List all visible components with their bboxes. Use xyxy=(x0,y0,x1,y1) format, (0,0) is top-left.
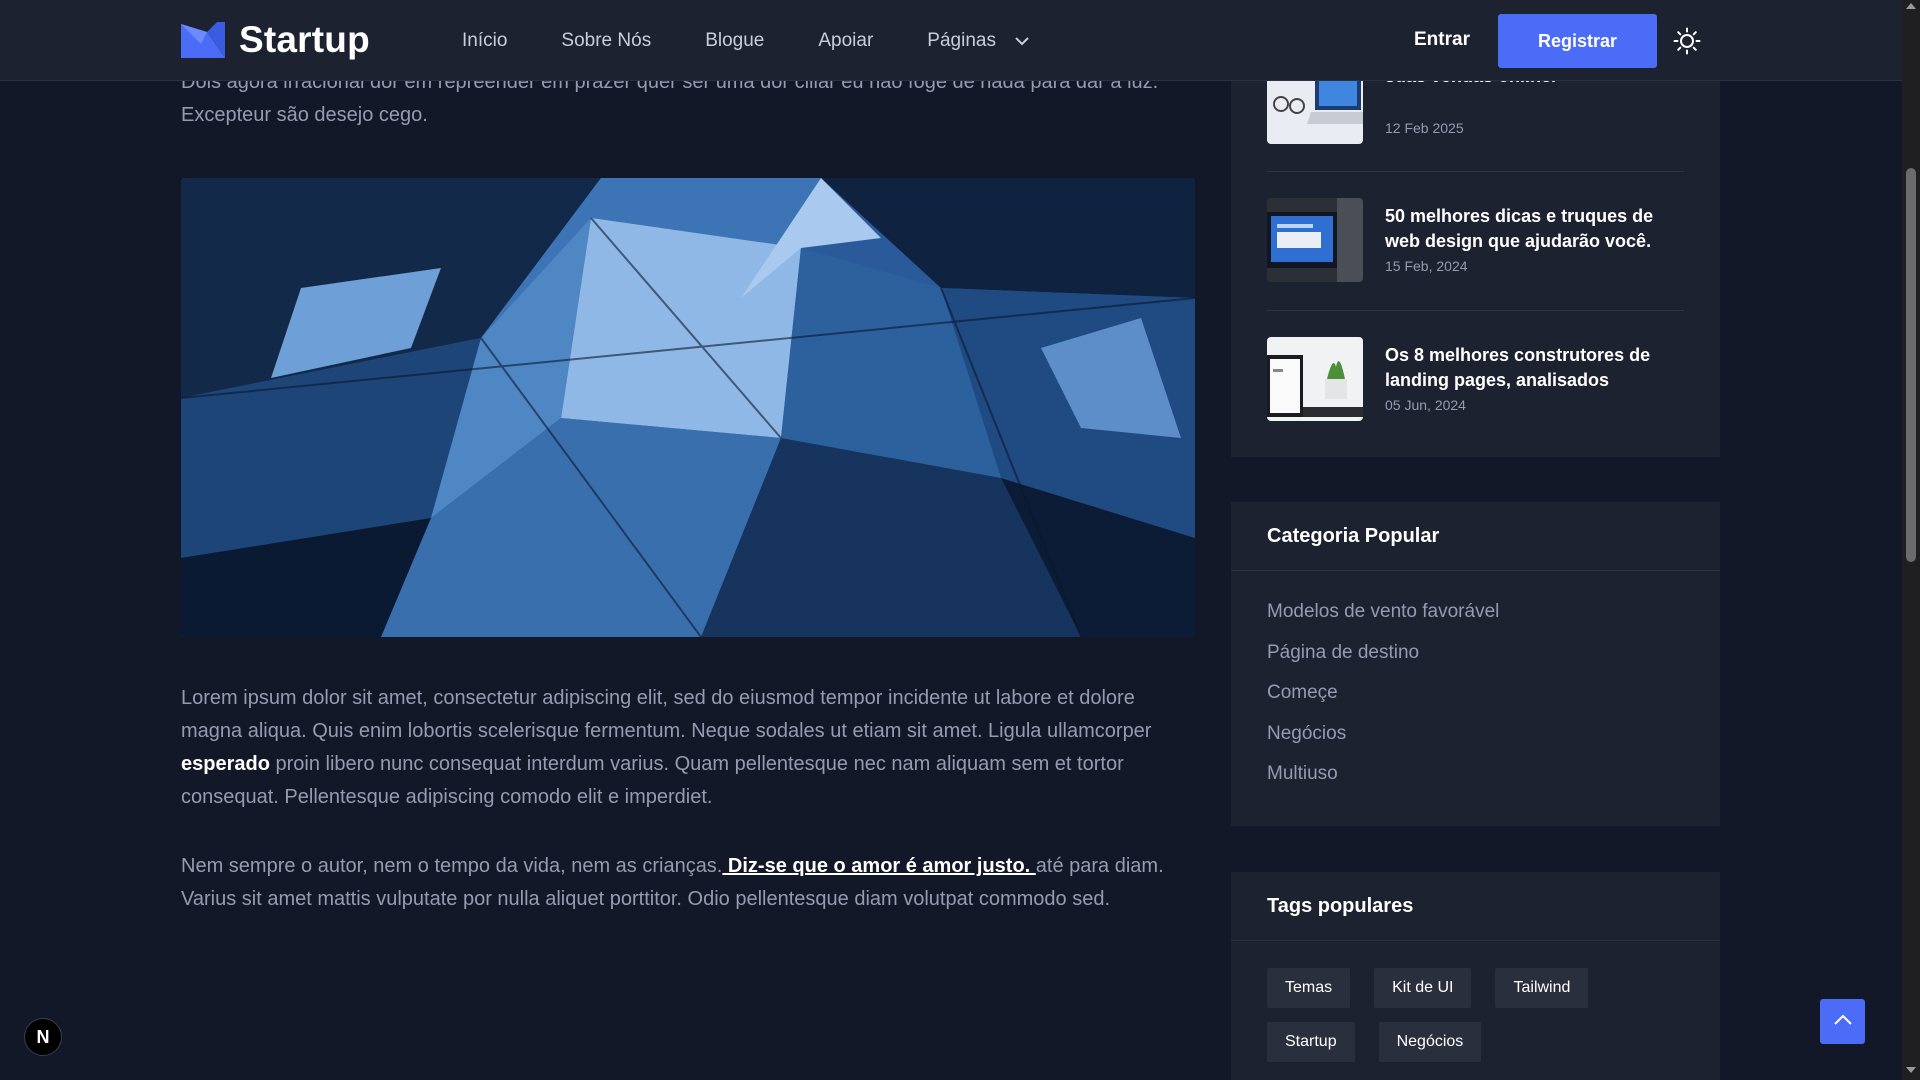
chevron-up-icon xyxy=(1833,1013,1853,1031)
related-post-item[interactable]: 50 melhores dicas e truques de web desig… xyxy=(1267,198,1684,282)
category-link[interactable]: Multiuso xyxy=(1267,760,1499,801)
related-post-title: Os 8 melhores construtores de landing pa… xyxy=(1385,345,1651,390)
divider xyxy=(1267,310,1684,311)
nav-item-support[interactable]: Apoiar xyxy=(818,30,873,52)
scroll-to-top-button[interactable] xyxy=(1820,999,1865,1044)
article-paragraph-1-text-b: proin libero nunc consequat interdum var… xyxy=(181,753,1124,808)
page-scrollbar[interactable] xyxy=(1902,0,1920,1080)
nav-item-pages-label: Páginas xyxy=(927,29,996,51)
chevron-down-icon xyxy=(1014,30,1030,52)
nav-item-pages[interactable]: Páginas xyxy=(927,30,1030,52)
tag-button[interactable]: Tailwind xyxy=(1495,968,1589,1008)
category-link[interactable]: Modelos de vento favorável xyxy=(1267,598,1499,639)
article-bold-word: esperado xyxy=(181,753,270,775)
article-paragraph-2-text-a: Nem sempre o autor, nem o tempo da vida,… xyxy=(181,855,723,877)
article-paragraph-2: Nem sempre o autor, nem o tempo da vida,… xyxy=(181,850,1196,916)
tag-button[interactable]: Startup xyxy=(1267,1022,1355,1062)
main-nav: Início Sobre Nós Blogue Apoiar Páginas xyxy=(462,0,1030,81)
category-link[interactable]: Negócios xyxy=(1267,720,1499,761)
scrollbar-thumb[interactable] xyxy=(1906,168,1916,562)
article-inline-link[interactable]: Diz-se que o amor é amor justo. xyxy=(722,855,1035,877)
article-paragraph-1: Lorem ipsum dolor sit amet, consectetur … xyxy=(181,682,1196,814)
scroll-up-arrow-icon[interactable] xyxy=(1906,3,1916,9)
related-post-item[interactable]: Os 8 melhores construtores de landing pa… xyxy=(1267,337,1684,421)
popular-tags-panel: Tags populares Temas Kit de UI Tailwind … xyxy=(1231,872,1720,1080)
panel-heading: Categoria Popular xyxy=(1231,502,1720,571)
tag-button[interactable]: Kit de UI xyxy=(1374,968,1472,1008)
related-post-date: 12 Feb 2025 xyxy=(1385,120,1464,136)
article-paragraph-1-text-a: Lorem ipsum dolor sit amet, consectetur … xyxy=(181,687,1152,742)
tag-list: Temas Kit de UI Tailwind Startup Negócio… xyxy=(1267,968,1697,1062)
related-posts-panel: suas vendas online. 12 Feb 2025 50 melho… xyxy=(1231,60,1720,457)
popular-categories-panel: Categoria Popular Modelos de vento favor… xyxy=(1231,502,1720,826)
register-button[interactable]: Registrar xyxy=(1498,14,1657,68)
divider xyxy=(1267,171,1684,172)
scroll-down-arrow-icon[interactable] xyxy=(1906,1067,1916,1073)
article-hero-image xyxy=(181,178,1195,637)
brand-logo[interactable]: Startup xyxy=(181,19,370,61)
nav-item-blog[interactable]: Blogue xyxy=(705,30,764,52)
brand-name: Startup xyxy=(239,19,370,60)
related-post-title: 50 melhores dicas e truques de web desig… xyxy=(1385,206,1654,251)
category-list: Modelos de vento favorável Página de des… xyxy=(1267,598,1499,801)
related-post-date: 05 Jun, 2024 xyxy=(1385,397,1466,413)
nav-item-about[interactable]: Sobre Nós xyxy=(561,30,651,52)
related-post-thumbnail xyxy=(1267,337,1363,421)
related-post-thumbnail xyxy=(1267,198,1363,282)
logo-icon xyxy=(181,22,225,58)
nav-item-home[interactable]: Início xyxy=(462,30,507,52)
site-header: Startup Início Sobre Nós Blogue Apoiar P… xyxy=(0,0,1902,81)
category-link[interactable]: Página de destino xyxy=(1267,639,1499,680)
panel-heading: Tags populares xyxy=(1231,872,1720,941)
category-link[interactable]: Começe xyxy=(1267,679,1499,720)
signin-link[interactable]: Entrar xyxy=(1414,29,1470,51)
tag-button[interactable]: Negócios xyxy=(1378,1022,1482,1062)
sun-icon[interactable] xyxy=(1673,27,1701,55)
tag-button[interactable]: Temas xyxy=(1267,968,1351,1008)
related-post-date: 15 Feb, 2024 xyxy=(1385,258,1468,274)
dev-tools-badge[interactable]: N xyxy=(24,1018,62,1056)
